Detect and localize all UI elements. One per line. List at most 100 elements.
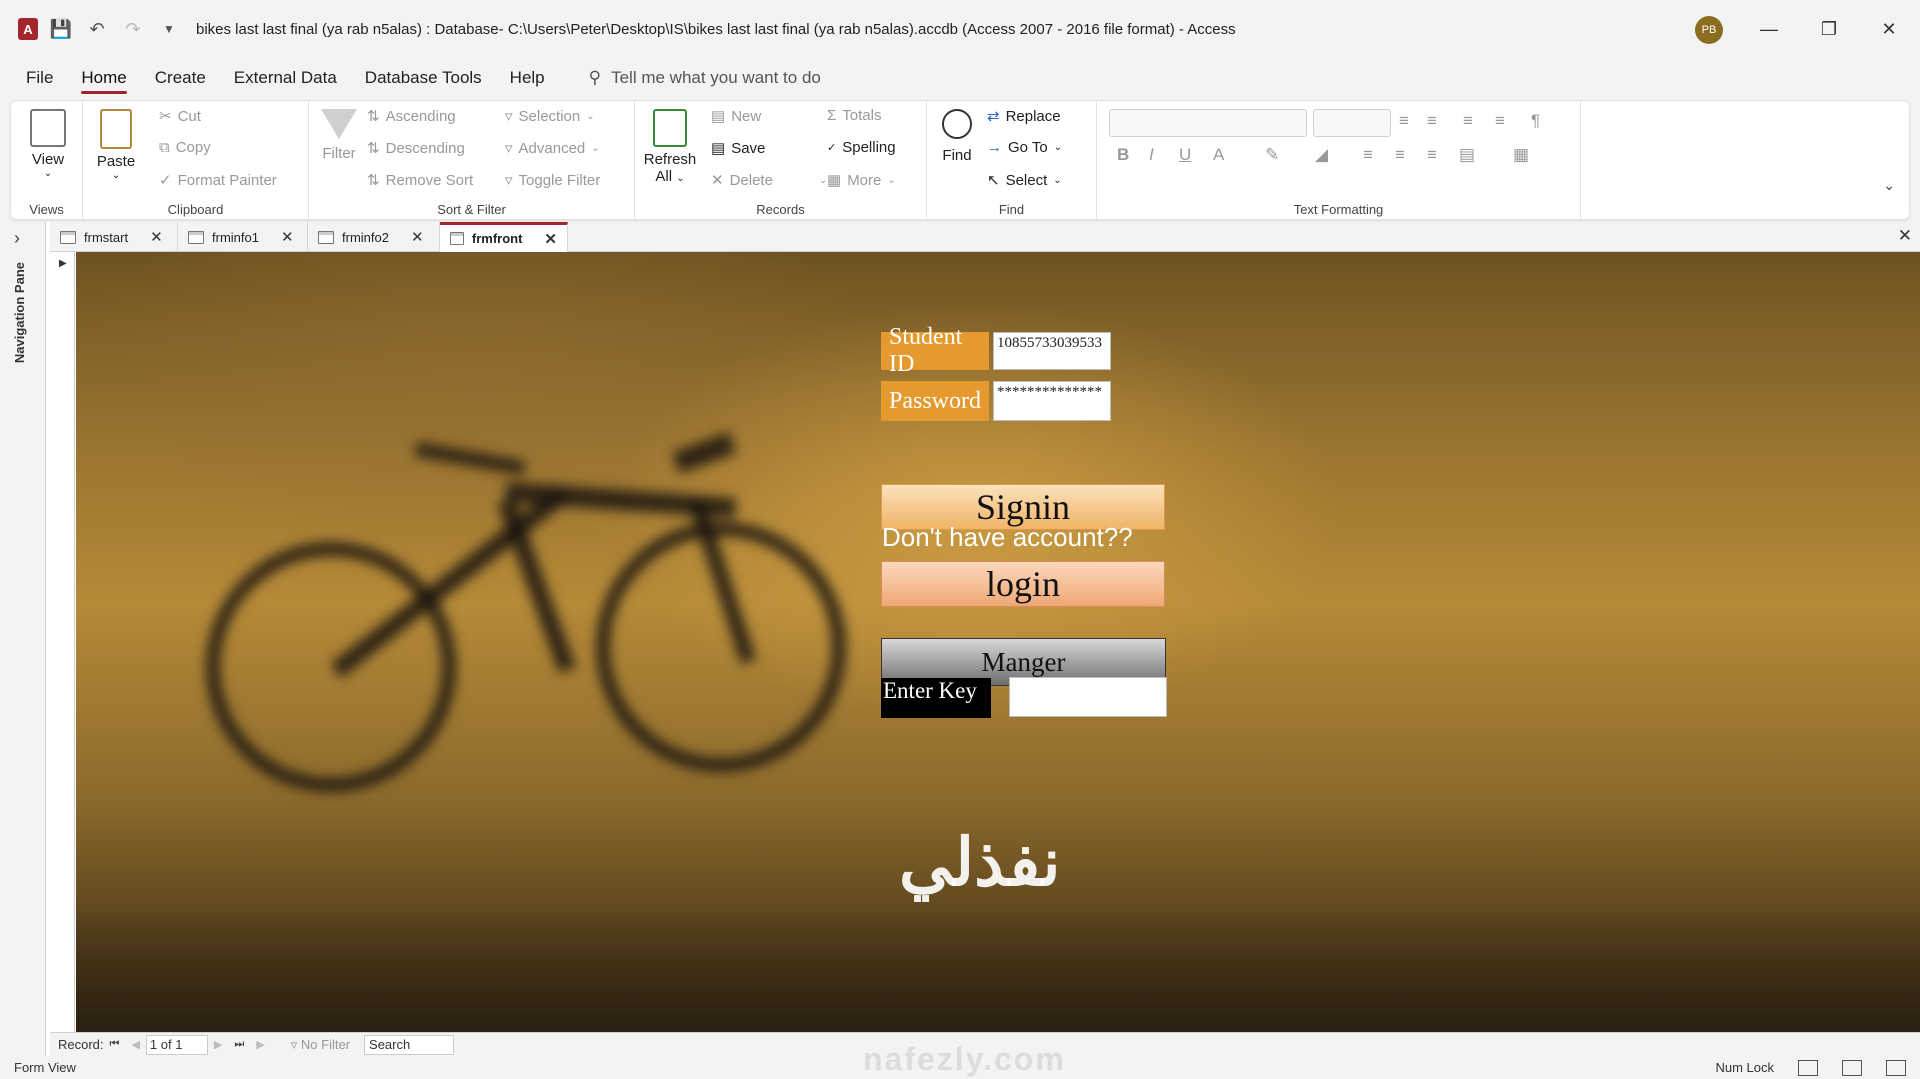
student-id-field[interactable]: 10855733039533 [993, 332, 1111, 370]
expand-nav-icon[interactable]: › [14, 228, 20, 249]
close-tab-icon[interactable]: ✕ [150, 228, 163, 246]
collapse-ribbon-icon[interactable]: ⌄ [1883, 177, 1895, 194]
close-tab-icon[interactable]: ✕ [281, 228, 294, 246]
records-group: Refresh All ⌄ ▤ New ▤ Save ✕ Delete ⌄ Σ Total… [635, 101, 927, 221]
object-tabs: frmstart ✕ frminfo1 ✕ frminfo2 ✕ frmfron… [50, 222, 1920, 252]
close-window-icon[interactable]: ✕ [1860, 0, 1918, 58]
student-id-label: Student ID [881, 324, 989, 377]
gridlines-icon[interactable]: ▦ [1513, 145, 1529, 165]
tab-frminfo1[interactable]: frminfo1 ✕ [178, 222, 308, 252]
new-record-icon[interactable]: ▶ [256, 1038, 264, 1051]
menu-file[interactable]: File [12, 58, 67, 98]
find-button[interactable]: Find [935, 109, 979, 164]
paragraph-icon[interactable]: ¶ [1531, 111, 1540, 131]
minimize-icon[interactable]: — [1740, 0, 1798, 58]
align-center-icon[interactable]: ≡ [1395, 145, 1405, 165]
delete-record-button[interactable]: ✕ Delete ⌄ [711, 171, 827, 190]
underline-icon[interactable]: U [1179, 145, 1191, 165]
refresh-label: Refresh [643, 151, 697, 168]
redo-icon[interactable]: ↷ [120, 16, 146, 42]
save-icon[interactable]: 💾 [48, 16, 74, 42]
record-search-input[interactable]: Search [364, 1034, 455, 1055]
save-label: Save [731, 139, 766, 157]
descending-button[interactable]: ⇅ Descending [367, 139, 465, 158]
sort-ascending-icon: ⇅ [367, 108, 380, 125]
conditional-format-icon[interactable]: ▤ [1459, 145, 1475, 165]
sort-filter-group-label: Sort & Filter [437, 202, 506, 217]
chevron-down-icon: ⌄ [43, 168, 53, 179]
new-record-button[interactable]: ▤ New [711, 107, 761, 126]
font-name-dropdown[interactable] [1109, 109, 1307, 137]
remove-sort-button[interactable]: ⇅ Remove Sort [367, 171, 473, 190]
customize-qat-icon[interactable]: ▼ [156, 16, 182, 42]
highlight-icon[interactable]: ✎ [1265, 145, 1279, 165]
next-record-icon[interactable]: ▶ [214, 1038, 222, 1051]
menu-help[interactable]: Help [496, 58, 559, 98]
cut-button[interactable]: ✂ Cut [159, 107, 201, 126]
previous-record-icon[interactable]: ◀ [131, 1038, 139, 1051]
advanced-button[interactable]: ▿ Advanced ⌄ [505, 139, 600, 158]
replace-button[interactable]: ⇄ Replace [987, 107, 1061, 126]
close-tab-icon[interactable]: ✕ [411, 228, 424, 246]
key-input[interactable] [1009, 677, 1167, 717]
remove-sort-icon: ⇅ [367, 172, 380, 189]
password-field[interactable]: ************** [993, 381, 1111, 421]
goto-button[interactable]: → Go To ⌄ [987, 139, 1062, 156]
menu-home[interactable]: Home [67, 58, 140, 98]
spelling-label: Spelling [842, 139, 896, 156]
menu-database-tools[interactable]: Database Tools [351, 58, 496, 98]
numbering-icon[interactable]: ≡ [1427, 111, 1437, 131]
undo-icon[interactable]: ↶ [84, 16, 110, 42]
font-color-icon[interactable]: A [1213, 145, 1224, 165]
layout-view-icon[interactable] [1842, 1059, 1862, 1076]
last-record-icon[interactable]: ⏭ [234, 1038, 244, 1051]
tab-frmfront[interactable]: frmfront ✕ [440, 222, 568, 252]
bullets-icon[interactable]: ≡ [1399, 111, 1409, 131]
menu-external-data[interactable]: External Data [220, 58, 351, 98]
select-button[interactable]: ↖ Select ⌄ [987, 171, 1062, 190]
arrow-right-icon: → [987, 139, 1002, 156]
save-record-button[interactable]: ▤ Save [711, 139, 766, 158]
filter-button[interactable]: Filter [319, 109, 359, 162]
menu-create[interactable]: Create [141, 58, 220, 98]
restore-icon[interactable]: ❐ [1800, 0, 1858, 58]
no-filter-indicator[interactable]: ▿ No Filter [291, 1037, 350, 1053]
first-record-icon[interactable]: ⏮ [110, 1038, 120, 1051]
view-button[interactable]: View ⌄ [23, 109, 73, 179]
login-button[interactable]: login [881, 561, 1165, 607]
access-logo-icon: A [18, 18, 38, 40]
filter-label: Filter [322, 145, 356, 162]
clipboard-group-label: Clipboard [167, 202, 224, 217]
user-avatar[interactable]: PB [1695, 16, 1723, 44]
navigation-pane[interactable]: › Navigation Pane [0, 222, 46, 1056]
tab-frminfo2[interactable]: frminfo2 ✕ [308, 222, 440, 252]
ascending-button[interactable]: ⇅ Ascending [367, 107, 456, 126]
fill-color-icon[interactable]: ◢ [1315, 145, 1328, 165]
selection-button[interactable]: ▿ Selection ⌄ [505, 107, 595, 126]
spelling-button[interactable]: ✓ Spelling [827, 139, 896, 156]
toggle-filter-button[interactable]: ▿ Toggle Filter [505, 171, 600, 190]
current-record-field[interactable]: 1 of 1 [145, 1034, 208, 1055]
totals-button[interactable]: Σ Totals [827, 107, 881, 124]
more-button[interactable]: ▦ More ⌄ [827, 171, 896, 190]
italic-icon[interactable]: I [1149, 145, 1154, 165]
align-left-icon[interactable]: ≡ [1363, 145, 1373, 165]
form-view-icon[interactable] [1798, 1059, 1818, 1076]
copy-button[interactable]: ⧉ Copy [159, 139, 211, 156]
record-selector[interactable]: ▶ [50, 252, 75, 1032]
find-group-label: Find [998, 202, 1025, 217]
tab-frmstart[interactable]: frmstart ✕ [50, 222, 178, 252]
align-right-icon[interactable]: ≡ [1427, 145, 1437, 165]
close-tab-icon[interactable]: ✕ [544, 230, 557, 248]
bold-icon[interactable]: B [1117, 145, 1129, 165]
paste-button[interactable]: Paste ⌄ [91, 109, 141, 181]
decrease-indent-icon[interactable]: ≡ [1495, 111, 1505, 131]
format-painter-button[interactable]: ✓ Format Painter [159, 171, 277, 190]
increase-indent-icon[interactable]: ≡ [1463, 111, 1473, 131]
tell-me-search[interactable]: ⚲ Tell me what you want to do [589, 68, 821, 88]
find-group: Find ⇄ Replace → Go To ⌄ ↖ Select ⌄ Find [927, 101, 1097, 221]
design-view-icon[interactable] [1886, 1059, 1906, 1076]
font-size-dropdown[interactable] [1313, 109, 1391, 137]
refresh-all-button[interactable]: Refresh All ⌄ [641, 109, 699, 185]
close-document-icon[interactable]: ✕ [1898, 226, 1912, 246]
